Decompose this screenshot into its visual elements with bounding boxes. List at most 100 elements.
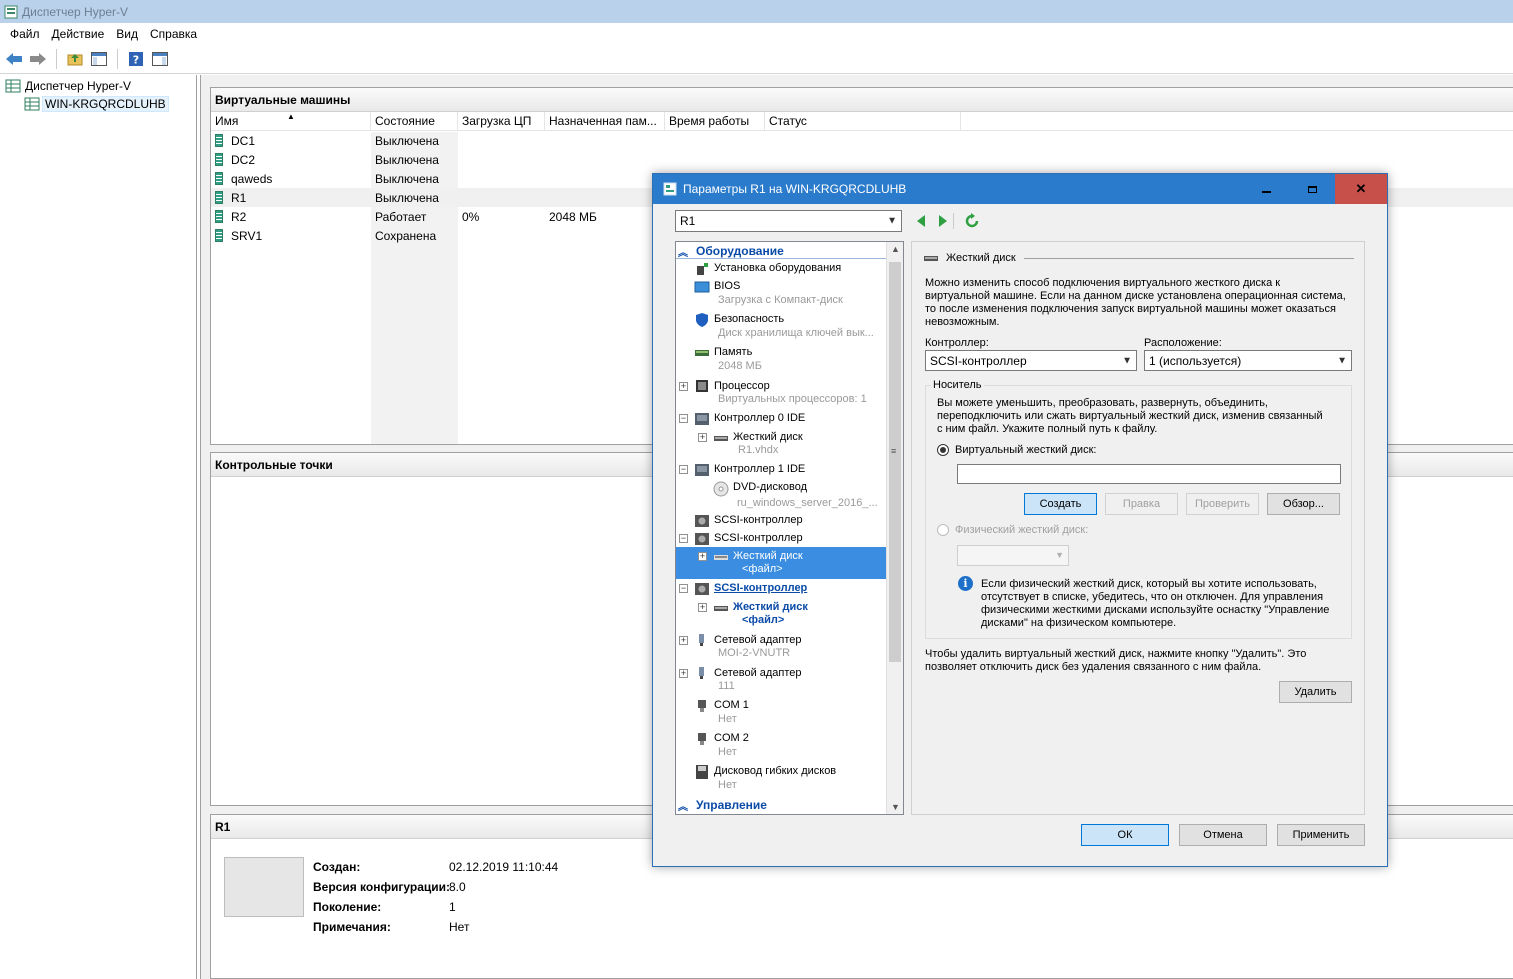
menu-file[interactable]: Файл — [4, 27, 46, 41]
column-header-memory[interactable]: Назначенная пам... — [545, 112, 665, 130]
apply-button[interactable]: Применить — [1277, 824, 1365, 846]
dialog-title: Параметры R1 на WIN-KRGQRCDLUHB — [683, 182, 907, 196]
expand-icon[interactable]: + — [698, 432, 707, 442]
collapse-icon[interactable]: − — [679, 584, 688, 593]
physical-disk-option[interactable]: Физический жесткий диск: — [937, 524, 1088, 536]
edit-button[interactable]: Правка — [1105, 493, 1178, 515]
info-text: Если физический жесткий диск, который вы… — [981, 578, 1330, 629]
dvd-icon — [713, 481, 729, 497]
scroll-up-icon[interactable]: ▲ — [891, 244, 900, 254]
remove-button[interactable]: Удалить — [1279, 681, 1352, 703]
ide-controller-icon — [695, 413, 709, 425]
column-header-state[interactable]: Состояние — [371, 112, 458, 130]
expand-icon[interactable]: + — [679, 381, 688, 391]
expand-icon[interactable]: + — [679, 668, 688, 678]
intro-text: Можно изменить способ подключения виртуа… — [925, 277, 1346, 328]
maximize-button[interactable] — [1289, 174, 1335, 204]
hw-item-hard-disk-scsi-new[interactable]: + Жесткий диск <файл> — [698, 600, 808, 626]
section-management[interactable]: ︽ Управление — [678, 798, 886, 813]
config-version-value: 8.0 — [449, 880, 466, 894]
show-hide-console-button[interactable] — [89, 49, 109, 69]
ok-button[interactable]: ОК — [1081, 824, 1169, 846]
hw-item-ide1[interactable]: − Контроллер 1 IDE — [679, 463, 805, 477]
column-header-cpu[interactable]: Загрузка ЦП — [458, 112, 545, 130]
network-adapter-icon — [699, 667, 704, 679]
hw-item-bios[interactable]: BIOS Загрузка с Компакт-диск — [694, 280, 843, 306]
vm-select[interactable]: R1 ▼ — [675, 210, 902, 232]
section-hardware[interactable]: ︽ Оборудование — [678, 244, 886, 259]
menu-action[interactable]: Действие — [46, 27, 111, 41]
hw-item-network-adapter-1[interactable]: + Сетевой адаптер MOI-2-VNUTR — [679, 633, 802, 659]
inspect-button[interactable]: Проверить — [1186, 493, 1259, 515]
menu-view[interactable]: Вид — [110, 27, 144, 41]
dialog-titlebar: Параметры R1 на WIN-KRGQRCDLUHB ✕ — [653, 174, 1387, 204]
collapse-icon[interactable]: − — [679, 465, 688, 474]
table-row[interactable]: DC2 Выключена — [211, 150, 1513, 169]
hw-item-floppy[interactable]: Дисковод гибких дисков Нет — [694, 765, 836, 791]
menu-bar: Файл Действие Вид Справка — [0, 23, 1513, 44]
expand-icon[interactable]: + — [698, 551, 707, 561]
vm-settings-dialog: Параметры R1 на WIN-KRGQRCDLUHB ✕ R1 ▼ ︽… — [652, 173, 1388, 867]
virtual-disk-option[interactable]: Виртуальный жесткий диск: — [937, 444, 1096, 456]
svg-text:?: ? — [133, 53, 139, 66]
arrow-right-icon — [939, 215, 947, 227]
hw-item-dvd[interactable]: DVD-дисковод ru_windows_server_2016_... — [713, 481, 878, 509]
chevron-down-icon: ▼ — [1122, 355, 1132, 366]
close-button[interactable]: ✕ — [1335, 174, 1387, 204]
close-icon: ✕ — [1355, 181, 1367, 196]
column-header-uptime[interactable]: Время работы — [665, 112, 765, 130]
table-row[interactable]: DC1 Выключена — [211, 131, 1513, 150]
next-vm-button[interactable] — [937, 214, 949, 231]
create-button[interactable]: Создать — [1024, 493, 1097, 515]
physical-disk-radio[interactable] — [937, 524, 949, 536]
hw-item-scsi-1[interactable]: SCSI-контроллер — [679, 514, 803, 528]
tree-item-host[interactable]: WIN-KRGQRCDLUHB — [24, 95, 169, 112]
vm-icon — [215, 134, 223, 147]
toolbar-separator — [953, 213, 954, 229]
hw-item-com2[interactable]: COM 2 Нет — [694, 732, 749, 758]
forward-button[interactable] — [28, 49, 48, 69]
hw-item-security[interactable]: Безопасность Диск хранилища ключей вык..… — [694, 313, 874, 339]
controller-select[interactable]: SCSI-контроллер ▼ — [925, 350, 1137, 371]
hardware-list-scrollbar[interactable]: ▲ ≡ ▼ — [886, 242, 903, 814]
hw-item-add-hardware[interactable]: Установка оборудования — [694, 262, 841, 276]
hard-disk-icon — [714, 555, 728, 560]
hw-item-memory[interactable]: Память 2048 МБ — [694, 346, 762, 372]
help-button[interactable]: ? — [126, 49, 146, 69]
virtual-disk-radio[interactable] — [937, 444, 949, 456]
prev-vm-button[interactable] — [915, 214, 927, 231]
collapse-icon[interactable]: − — [679, 414, 688, 423]
physical-disk-select[interactable]: ▼ — [957, 545, 1069, 566]
collapse-icon[interactable]: − — [679, 534, 688, 543]
expand-icon[interactable]: + — [698, 602, 707, 612]
hw-item-ide0[interactable]: − Контроллер 0 IDE — [679, 412, 805, 426]
hw-item-com1[interactable]: COM 1 Нет — [694, 699, 749, 725]
main-titlebar: Диспетчер Hyper-V — [0, 0, 1513, 23]
scsi-controller-icon — [695, 533, 709, 545]
cancel-button[interactable]: Отмена — [1179, 824, 1267, 846]
hw-item-network-adapter-2[interactable]: + Сетевой адаптер 111 — [679, 666, 802, 692]
expand-icon[interactable]: + — [679, 635, 688, 645]
details-labels: Создан: Версия конфигурации: Поколение: … — [313, 857, 450, 937]
column-header-name[interactable]: Имя ▲ — [211, 112, 371, 130]
up-folder-button[interactable] — [65, 49, 85, 69]
scrollbar-thumb[interactable] — [889, 262, 901, 662]
action-pane-button[interactable] — [150, 49, 170, 69]
tree-item-root[interactable]: Диспетчер Hyper-V — [5, 77, 131, 94]
minimize-button[interactable] — [1243, 174, 1289, 204]
hw-item-hard-disk-scsi-selected[interactable]: + Жесткий диск <файл> — [698, 549, 803, 575]
pane-title: Жесткий диск — [946, 252, 1016, 264]
location-select[interactable]: 1 (используется) ▼ — [1144, 350, 1352, 371]
vhd-path-input[interactable] — [957, 464, 1341, 484]
hw-item-scsi-2[interactable]: − SCSI-контроллер — [679, 532, 803, 546]
menu-help[interactable]: Справка — [144, 27, 203, 41]
hw-item-processor[interactable]: + Процессор Виртуальных процессоров: 1 — [679, 379, 867, 405]
hw-item-hard-disk-ide[interactable]: + Жесткий диск R1.vhdx — [698, 430, 803, 456]
back-button[interactable] — [4, 49, 24, 69]
browse-button[interactable]: Обзор... — [1267, 493, 1340, 515]
column-header-status[interactable]: Статус — [765, 112, 961, 130]
minimize-icon — [1261, 191, 1271, 193]
hw-item-scsi-3[interactable]: − SCSI-контроллер — [679, 582, 807, 596]
scroll-down-icon[interactable]: ▼ — [891, 802, 900, 812]
refresh-button[interactable] — [964, 213, 980, 232]
